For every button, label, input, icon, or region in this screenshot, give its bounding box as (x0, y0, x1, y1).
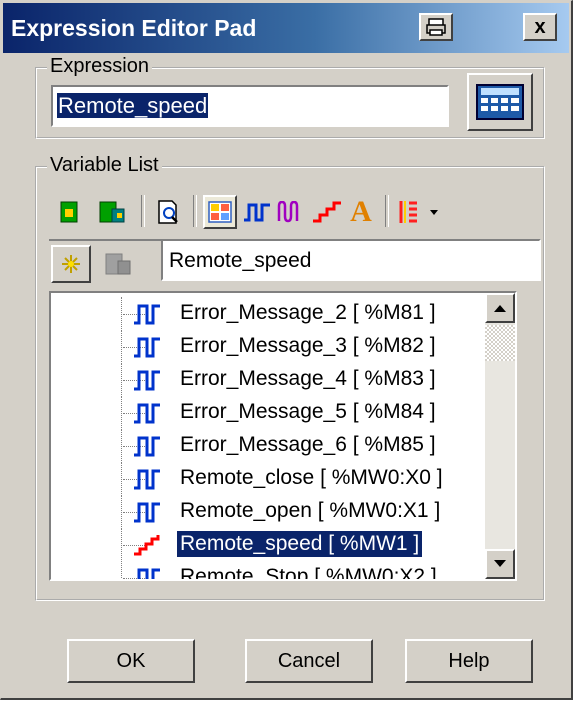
tree-connector (121, 561, 124, 578)
toolbar-separator (141, 195, 145, 227)
list-item-label: Remote_Stop [ %MW0:X2 ] (180, 565, 437, 581)
scroll-up-button[interactable] (485, 293, 515, 323)
cancel-button[interactable]: Cancel (245, 639, 373, 683)
list-item-label: Error_Message_6 [ %M85 ] (180, 433, 436, 456)
analog-signal-icon (134, 535, 160, 556)
close-button[interactable]: x (523, 13, 557, 41)
list-item-label: Remote_open [ %MW0:X1 ] (180, 499, 441, 522)
print-button[interactable] (419, 13, 453, 41)
list-item[interactable]: Remote_open [ %MW0:X1 ] (51, 495, 491, 529)
scroll-thumb[interactable] (485, 325, 515, 361)
digital-signal-icon (134, 502, 160, 523)
variable-tree[interactable]: Error_Message_2 [ %M81 ] Error_Message_3 … (49, 291, 517, 581)
search-doc-icon[interactable] (153, 197, 185, 227)
list-item[interactable]: Remote_Stop [ %MW0:X2 ] (51, 561, 491, 581)
expression-input[interactable]: Remote_speed (51, 85, 449, 127)
new-variable-button[interactable] (51, 245, 91, 283)
toolbar-separator (385, 195, 389, 227)
window-title: Expression Editor Pad (11, 15, 257, 41)
digital-signal-icon (134, 403, 160, 424)
toolbar-separator (193, 195, 197, 227)
digital-signal-icon (134, 436, 160, 457)
list-item-label: Error_Message_4 [ %M83 ] (180, 367, 436, 390)
list-item[interactable]: Error_Message_5 [ %M84 ] (51, 396, 491, 430)
list-item-label: Error_Message_2 [ %M81 ] (180, 301, 436, 324)
list-item[interactable]: Remote_speed [ %MW1 ] (51, 528, 491, 562)
list-item[interactable]: Remote_close [ %MW0:X0 ] (51, 462, 491, 496)
list-item-label: Error_Message_3 [ %M82 ] (180, 334, 436, 357)
variable-group-button[interactable] (99, 245, 139, 283)
list-item[interactable]: Error_Message_2 [ %M81 ] (51, 297, 491, 331)
variable-name-field[interactable]: Remote_speed (161, 239, 541, 281)
title-bar[interactable]: Expression Editor Pad x (3, 3, 569, 53)
expression-group-label: Expression (47, 55, 152, 78)
list-item[interactable]: Error_Message_3 [ %M82 ] (51, 330, 491, 364)
digital-signal-icon (134, 370, 160, 391)
var-group-icon[interactable] (97, 197, 129, 227)
pulse-signal-icon[interactable] (275, 197, 307, 227)
digital-signal-icon (134, 337, 160, 358)
expression-editor-window: Expression Editor Pad x Expression Remot… (0, 0, 573, 700)
calculator-icon (476, 84, 524, 120)
variable-list-group-label: Variable List (47, 154, 162, 177)
analog-signal-icon[interactable] (311, 197, 343, 227)
list-item[interactable]: Error_Message_6 [ %M85 ] (51, 429, 491, 463)
vertical-scrollbar[interactable] (485, 293, 515, 579)
variable-name-value: Remote_speed (169, 249, 312, 272)
list-item-label: Error_Message_5 [ %M84 ] (180, 400, 436, 423)
sparkle-icon (62, 255, 80, 273)
calculator-button[interactable] (467, 73, 533, 131)
arrow-up-icon (494, 305, 506, 312)
bool-var-icon[interactable] (53, 197, 85, 227)
scroll-down-button[interactable] (485, 549, 515, 579)
digital-signal-icon (134, 304, 160, 325)
printer-icon (426, 18, 446, 36)
digital-signal-icon (134, 469, 160, 490)
expression-value: Remote_speed (57, 93, 209, 118)
close-icon: x (534, 15, 546, 38)
list-item[interactable]: Error_Message_4 [ %M83 ] (51, 363, 491, 397)
grid-view-icon[interactable] (203, 195, 237, 229)
digital-signal-icon[interactable] (241, 197, 273, 227)
column-config-icon[interactable] (393, 197, 425, 227)
list-item-label: Remote_close [ %MW0:X0 ] (180, 466, 443, 489)
digital-signal-icon (137, 568, 160, 579)
dropdown-arrow-icon[interactable] (423, 197, 445, 227)
ok-button[interactable]: OK (67, 639, 195, 683)
help-button[interactable]: Help (405, 639, 533, 683)
list-item-label: Remote_speed [ %MW1 ] (175, 530, 424, 558)
arrow-down-icon (494, 560, 506, 567)
variable-toolbar: A (49, 183, 541, 241)
group-icon-disabled (105, 253, 131, 275)
text-var-icon[interactable]: A (345, 197, 377, 227)
